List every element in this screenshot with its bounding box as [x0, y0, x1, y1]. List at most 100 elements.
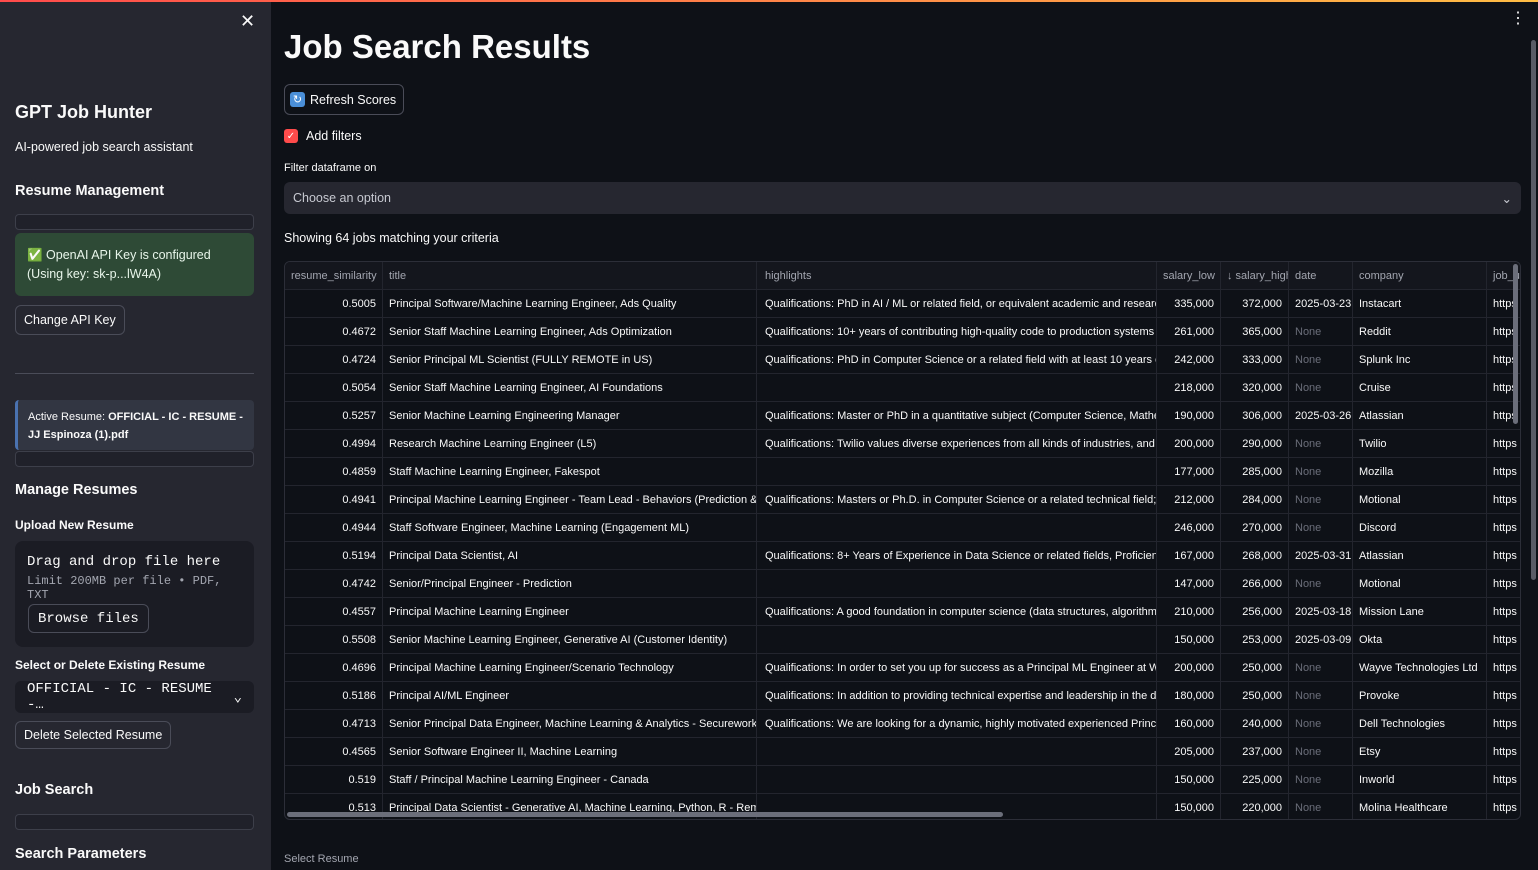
table-cell[interactable]: Splunk Inc	[1353, 346, 1487, 373]
table-cell[interactable]: 0.4565	[285, 738, 383, 765]
table-cell[interactable]: None	[1289, 682, 1353, 709]
table-cell[interactable]: None	[1289, 710, 1353, 737]
table-cell[interactable]: 147,000	[1157, 570, 1221, 597]
table-cell[interactable]: 256,000	[1221, 598, 1289, 625]
table-cell[interactable]: https	[1487, 514, 1520, 541]
table-cell[interactable]: 306,000	[1221, 402, 1289, 429]
table-cell[interactable]: None	[1289, 794, 1353, 819]
table-row[interactable]: 0.5005 Principal Software/Machine Learnin…	[285, 290, 1520, 318]
table-cell[interactable]: Motional	[1353, 570, 1487, 597]
table-cell[interactable]: 180,000	[1157, 682, 1221, 709]
table-row[interactable]: 0.4941 Principal Machine Learning Enginee…	[285, 486, 1520, 514]
table-cell[interactable]: Qualifications: Masters or Ph.D. in Comp…	[757, 486, 1157, 513]
table-cell[interactable]: 177,000	[1157, 458, 1221, 485]
table-cell[interactable]: 0.5194	[285, 542, 383, 569]
table-cell[interactable]: 218,000	[1157, 374, 1221, 401]
table-row[interactable]: 0.4994 Research Machine Learning Engineer…	[285, 430, 1520, 458]
table-cell[interactable]: 190,000	[1157, 402, 1221, 429]
table-cell[interactable]: Discord	[1353, 514, 1487, 541]
column-header[interactable]: title	[383, 262, 757, 289]
table-cell[interactable]: Okta	[1353, 626, 1487, 653]
table-cell[interactable]: 250,000	[1221, 682, 1289, 709]
table-cell[interactable]: Principal Machine Learning Engineer/Scen…	[383, 654, 757, 681]
table-cell[interactable]: 200,000	[1157, 430, 1221, 457]
table-cell[interactable]: None	[1289, 570, 1353, 597]
file-dropzone[interactable]: Drag and drop file here Limit 200MB per …	[15, 541, 254, 647]
table-cell[interactable]: Motional	[1353, 486, 1487, 513]
table-cell[interactable]: 2025-03-31	[1289, 542, 1353, 569]
page-scrollbar[interactable]	[1531, 40, 1536, 580]
table-cell[interactable]: Research Machine Learning Engineer (L5)	[383, 430, 757, 457]
table-cell[interactable]: 2025-03-18	[1289, 598, 1353, 625]
table-cell[interactable]: Principal Data Scientist, AI	[383, 542, 757, 569]
table-cell[interactable]: 0.4724	[285, 346, 383, 373]
table-cell[interactable]: 0.4557	[285, 598, 383, 625]
table-cell[interactable]: 0.5257	[285, 402, 383, 429]
table-cell[interactable]: Wayve Technologies Ltd	[1353, 654, 1487, 681]
table-cell[interactable]	[757, 374, 1157, 401]
table-cell[interactable]: 0.4994	[285, 430, 383, 457]
table-cell[interactable]: 0.4713	[285, 710, 383, 737]
table-cell[interactable]: None	[1289, 430, 1353, 457]
table-cell[interactable]: None	[1289, 486, 1353, 513]
table-cell[interactable]: Staff / Principal Machine Learning Engin…	[383, 766, 757, 793]
table-cell[interactable]: https	[1487, 626, 1520, 653]
table-cell[interactable]: 0.4859	[285, 458, 383, 485]
table-row[interactable]: 0.4859 Staff Machine Learning Engineer, F…	[285, 458, 1520, 486]
table-cell[interactable]	[757, 570, 1157, 597]
table-cell[interactable]: 253,000	[1221, 626, 1289, 653]
table-cell[interactable]: Principal AI/ML Engineer	[383, 682, 757, 709]
table-cell[interactable]: Principal Machine Learning Engineer - Te…	[383, 486, 757, 513]
table-cell[interactable]: 0.4944	[285, 514, 383, 541]
table-cell[interactable]: Qualifications: A good foundation in com…	[757, 598, 1157, 625]
table-cell[interactable]: None	[1289, 458, 1353, 485]
table-cell[interactable]: Atlassian	[1353, 542, 1487, 569]
table-cell[interactable]: 2025-03-09	[1289, 626, 1353, 653]
table-row[interactable]: 0.4557 Principal Machine Learning Enginee…	[285, 598, 1520, 626]
table-cell[interactable]: Qualifications: Master or PhD in a quant…	[757, 402, 1157, 429]
refresh-scores-button[interactable]: ↻ Refresh Scores	[284, 84, 405, 115]
table-cell[interactable]: https	[1487, 654, 1520, 681]
table-cell[interactable]	[757, 738, 1157, 765]
table-cell[interactable]: 0.4941	[285, 486, 383, 513]
table-row[interactable]: 0.4672 Senior Staff Machine Learning Engi…	[285, 318, 1520, 346]
table-cell[interactable]: Twilio	[1353, 430, 1487, 457]
column-header[interactable]: highlights	[757, 262, 1157, 289]
table-cell[interactable]: 365,000	[1221, 318, 1289, 345]
table-cell[interactable]: 285,000	[1221, 458, 1289, 485]
table-cell[interactable]: Senior/Principal Engineer - Prediction	[383, 570, 757, 597]
table-cell[interactable]: 220,000	[1221, 794, 1289, 819]
resume-select[interactable]: OFFICIAL - IC - RESUME -… ⌄	[15, 681, 254, 713]
results-dataframe[interactable]: resume_similarity title highlights salary_l…	[284, 261, 1521, 820]
table-cell[interactable]: None	[1289, 346, 1353, 373]
table-row[interactable]: 0.4696 Principal Machine Learning Enginee…	[285, 654, 1520, 682]
table-cell[interactable]: Atlassian	[1353, 402, 1487, 429]
table-cell[interactable]: Principal Software/Machine Learning Engi…	[383, 290, 757, 317]
table-cell[interactable]: 270,000	[1221, 514, 1289, 541]
table-cell[interactable]	[757, 626, 1157, 653]
table-row[interactable]: 0.4565 Senior Software Engineer II, Machi…	[285, 738, 1520, 766]
table-cell[interactable]: 333,000	[1221, 346, 1289, 373]
table-cell[interactable]: 167,000	[1157, 542, 1221, 569]
delete-resume-button[interactable]: Delete Selected Resume	[15, 721, 172, 749]
table-cell[interactable]	[757, 514, 1157, 541]
table-cell[interactable]: https	[1487, 542, 1520, 569]
job-search-expander[interactable]	[15, 814, 254, 830]
table-cell[interactable]: Senior Machine Learning Engineer, Genera…	[383, 626, 757, 653]
table-cell[interactable]: 266,000	[1221, 570, 1289, 597]
table-cell[interactable]: 0.4696	[285, 654, 383, 681]
table-cell[interactable]: 205,000	[1157, 738, 1221, 765]
table-cell[interactable]	[757, 766, 1157, 793]
table-cell[interactable]: https	[1487, 570, 1520, 597]
table-cell[interactable]: Molina Healthcare	[1353, 794, 1487, 819]
close-sidebar-icon[interactable]: ✕	[240, 11, 255, 32]
table-cell[interactable]: Reddit	[1353, 318, 1487, 345]
table-cell[interactable]: 240,000	[1221, 710, 1289, 737]
table-cell[interactable]: https	[1487, 430, 1520, 457]
table-cell[interactable]: Qualifications: 10+ years of contributin…	[757, 318, 1157, 345]
table-cell[interactable]: Senior Software Engineer II, Machine Lea…	[383, 738, 757, 765]
table-cell[interactable]: Senior Machine Learning Engineering Mana…	[383, 402, 757, 429]
table-cell[interactable]: 268,000	[1221, 542, 1289, 569]
add-filters-checkbox[interactable]: ✓ Add filters	[284, 129, 362, 143]
table-cell[interactable]: Mozilla	[1353, 458, 1487, 485]
